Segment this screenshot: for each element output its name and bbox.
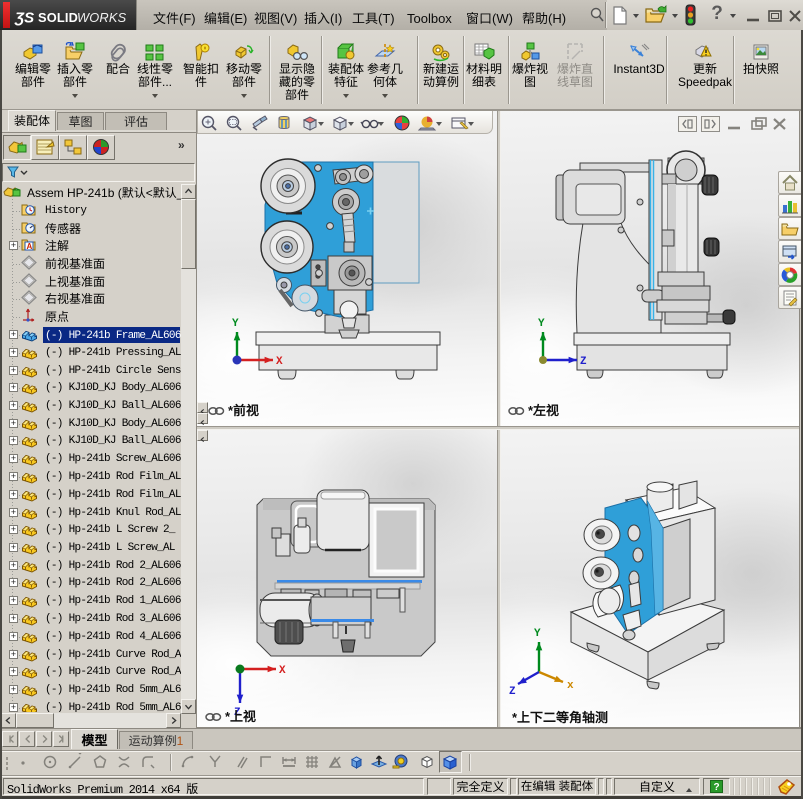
svg-text:X: X	[279, 665, 286, 677]
svg-text:Y: Y	[538, 318, 545, 330]
svg-text:Z: Z	[509, 686, 516, 698]
svg-text:ƷS: ƷS	[14, 10, 34, 27]
svg-text:SOLID: SOLID	[38, 10, 78, 25]
svg-text:A: A	[27, 242, 33, 251]
svg-text:x: x	[567, 680, 574, 692]
svg-text:Z: Z	[580, 356, 587, 368]
svg-text:Y: Y	[534, 628, 541, 640]
svg-text:WORKS: WORKS	[77, 10, 127, 25]
svg-text:X: X	[276, 356, 283, 368]
svg-text:Y: Y	[232, 318, 239, 330]
svg-text:?: ?	[714, 782, 720, 793]
